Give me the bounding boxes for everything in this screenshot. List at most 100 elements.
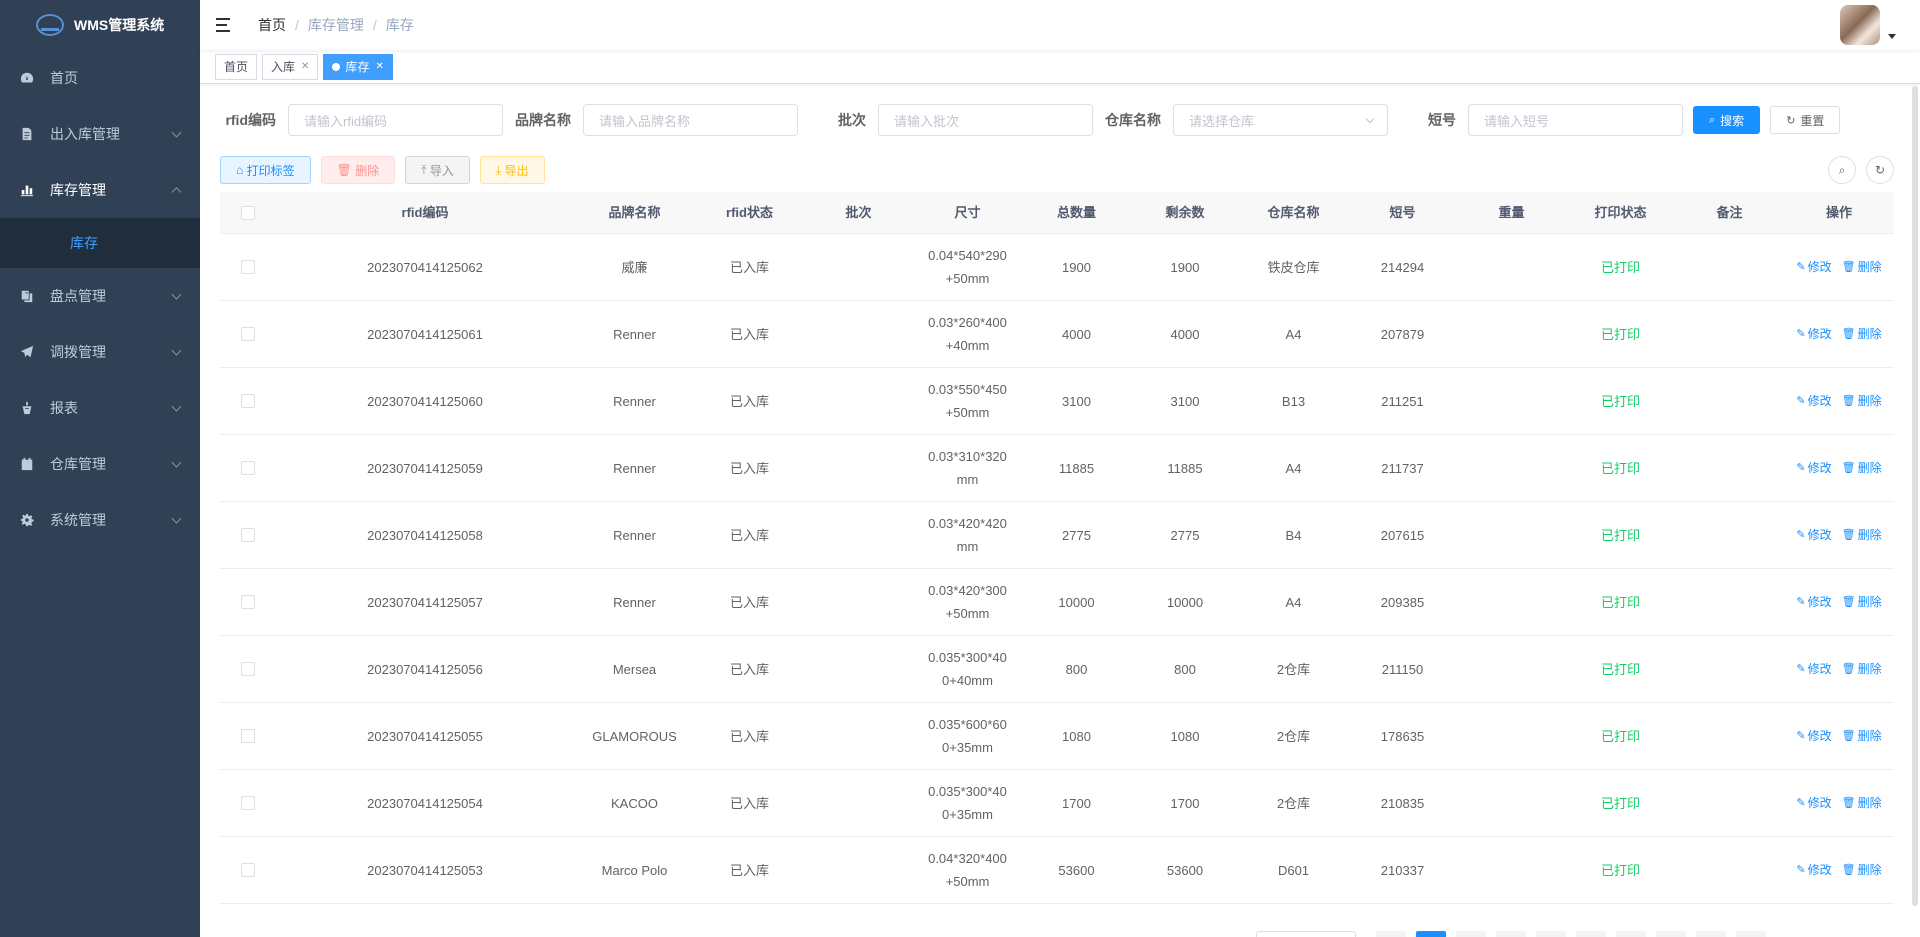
close-icon[interactable]: ✕ — [301, 55, 309, 79]
export-button[interactable]: ⤓ 导出 — [479, 156, 545, 184]
tag-stock[interactable]: 库存 ✕ — [323, 53, 393, 80]
delete-button[interactable]: 🗑 删除 — [1842, 658, 1882, 681]
batch-input[interactable]: 请输入批次 — [878, 104, 1093, 136]
sidebar-item-inventory[interactable]: 库存管理 — [0, 162, 200, 218]
row-checkbox[interactable] — [241, 729, 255, 743]
sidebar-item-warehouse[interactable]: 仓库管理 — [0, 436, 200, 492]
delete-button[interactable]: 🗑 删除 — [1842, 323, 1882, 346]
page-prev-button[interactable] — [1376, 931, 1406, 937]
row-checkbox[interactable] — [241, 260, 255, 274]
page-next-button[interactable] — [1736, 931, 1766, 937]
edit-button[interactable]: ✎ 修改 — [1796, 859, 1831, 882]
user-menu[interactable] — [1840, 5, 1896, 45]
column-header[interactable]: 仓库名称 — [1239, 192, 1348, 233]
print-label-button[interactable]: ⌂ 打印标签 — [220, 156, 311, 184]
edit-button[interactable]: ✎ 修改 — [1796, 725, 1831, 748]
select-all-checkbox[interactable] — [241, 205, 255, 220]
row-checkbox[interactable] — [241, 595, 255, 609]
refresh-icon[interactable]: ↻ — [1866, 156, 1894, 184]
page-button[interactable] — [1696, 931, 1726, 937]
reset-button[interactable]: ↻ 重置 — [1770, 106, 1841, 134]
delete-button[interactable]: 🗑 删除 — [1842, 256, 1882, 279]
edit-button[interactable]: ✎ 修改 — [1796, 792, 1831, 815]
edit-button[interactable]: ✎ 修改 — [1796, 390, 1831, 413]
import-button[interactable]: ⤒ 导入 — [405, 156, 470, 184]
table-row[interactable]: 2023070414125060 Renner 已入库 0.03*550*450 +50… — [220, 368, 1894, 435]
table-row[interactable]: 2023070414125062 威廉 已入库 0.04*540*290 +50mm 19… — [220, 234, 1894, 301]
table-row[interactable]: 2023070414125054 KACOO 已入库 0.035*300*40 0+35… — [220, 770, 1894, 837]
page-button-active[interactable] — [1416, 931, 1446, 937]
table-row[interactable]: 2023070414125055 GLAMOROUS 已入库 0.035*600*60… — [220, 703, 1894, 770]
row-checkbox[interactable] — [241, 461, 255, 475]
delete-button[interactable]: 🗑 删除 — [1842, 859, 1882, 882]
breadcrumb-inventory[interactable]: 库存管理 — [308, 15, 364, 35]
delete-button[interactable]: 🗑 删除 — [1842, 390, 1882, 413]
page-button[interactable] — [1576, 931, 1606, 937]
page-scrollbar[interactable] — [1912, 86, 1918, 906]
sidebar-item-inout[interactable]: 出入库管理 — [0, 106, 200, 162]
edit-button[interactable]: ✎ 修改 — [1796, 457, 1831, 480]
column-header[interactable]: 品牌名称 — [574, 192, 695, 233]
hamburger-icon[interactable] — [216, 18, 234, 32]
table-row[interactable]: 2023070414125058 Renner 已入库 0.03*420*420 mm 2… — [220, 502, 1894, 569]
brand-input[interactable]: 请输入品牌名称 — [583, 104, 798, 136]
row-checkbox[interactable] — [241, 528, 255, 542]
edit-button[interactable]: ✎ 修改 — [1796, 591, 1831, 614]
sidebar-item-stocktake[interactable]: 盘点管理 — [0, 268, 200, 324]
column-header[interactable]: 打印状态 — [1566, 192, 1675, 233]
column-header[interactable]: 批次 — [804, 192, 913, 233]
edit-button[interactable]: ✎ 修改 — [1796, 524, 1831, 547]
avatar[interactable] — [1840, 5, 1880, 45]
edit-button[interactable]: ✎ 修改 — [1796, 323, 1831, 346]
delete-button[interactable]: 🗑 删除 — [1842, 792, 1882, 815]
search-button[interactable]: ⌕ 搜索 — [1693, 106, 1761, 134]
column-header[interactable]: 操作 — [1784, 192, 1894, 233]
breadcrumb-home[interactable]: 首页 — [258, 15, 286, 35]
table-row[interactable]: 2023070414125059 Renner 已入库 0.03*310*320 mm 1… — [220, 435, 1894, 502]
warehouse-select[interactable]: 请选择仓库 — [1173, 104, 1388, 136]
app-logo[interactable]: WMS管理系统 — [0, 0, 200, 50]
tag-inbound[interactable]: 入库 ✕ — [262, 53, 319, 80]
column-header[interactable]: 总数量 — [1022, 192, 1131, 233]
sidebar-subitem-stock[interactable]: 库存 — [0, 218, 200, 268]
row-checkbox[interactable] — [241, 796, 255, 810]
sidebar-item-home[interactable]: 首页 — [0, 50, 200, 106]
short-input[interactable]: 请输入短号 — [1468, 104, 1683, 136]
sidebar-item-report[interactable]: 报表 — [0, 380, 200, 436]
column-header[interactable]: 剩余数 — [1131, 192, 1239, 233]
column-header[interactable]: rfid编码 — [276, 192, 574, 233]
edit-button[interactable]: ✎ 修改 — [1796, 658, 1831, 681]
toggle-search-icon[interactable]: ⌕ — [1828, 156, 1856, 184]
column-header[interactable]: 备注 — [1675, 192, 1784, 233]
column-header[interactable]: 短号 — [1348, 192, 1457, 233]
sidebar-item-transfer[interactable]: 调拨管理 — [0, 324, 200, 380]
table-row[interactable]: 2023070414125053 Marco Polo 已入库 0.04*320*40… — [220, 837, 1894, 904]
column-header[interactable]: 尺寸 — [913, 192, 1022, 233]
close-icon[interactable]: ✕ — [375, 55, 383, 79]
page-button[interactable] — [1536, 931, 1566, 937]
row-checkbox[interactable] — [241, 662, 255, 676]
tag-home[interactable]: 首页 — [215, 53, 258, 80]
delete-button[interactable]: 🗑 删除 — [1842, 524, 1882, 547]
sidebar-item-system[interactable]: 系统管理 — [0, 492, 200, 548]
table-row[interactable]: 2023070414125061 Renner 已入库 0.03*260*400 +40… — [220, 301, 1894, 368]
delete-button[interactable]: 🗑 删除 — [1842, 725, 1882, 748]
bulk-delete-button[interactable]: 🗑 删除 — [320, 156, 396, 184]
edit-button[interactable]: ✎ 修改 — [1796, 256, 1831, 279]
row-checkbox[interactable] — [241, 863, 255, 877]
rfid-input[interactable]: 请输入rfid编码 — [288, 104, 503, 136]
table-row[interactable]: 2023070414125056 Mersea 已入库 0.035*300*40 0+4… — [220, 636, 1894, 703]
row-checkbox[interactable] — [241, 394, 255, 408]
delete-button[interactable]: 🗑 删除 — [1842, 591, 1882, 614]
page-button[interactable] — [1456, 931, 1486, 937]
column-header[interactable]: 重量 — [1457, 192, 1566, 233]
page-button[interactable] — [1496, 931, 1526, 937]
delete-button[interactable]: 🗑 删除 — [1842, 457, 1882, 480]
page-button[interactable] — [1616, 931, 1646, 937]
caret-down-icon[interactable] — [1888, 34, 1896, 39]
row-checkbox[interactable] — [241, 327, 255, 341]
column-header[interactable]: rfid状态 — [695, 192, 804, 233]
table-row[interactable]: 2023070414125057 Renner 已入库 0.03*420*300 +50… — [220, 569, 1894, 636]
page-button[interactable] — [1656, 931, 1686, 937]
page-size-select[interactable] — [1256, 931, 1356, 937]
